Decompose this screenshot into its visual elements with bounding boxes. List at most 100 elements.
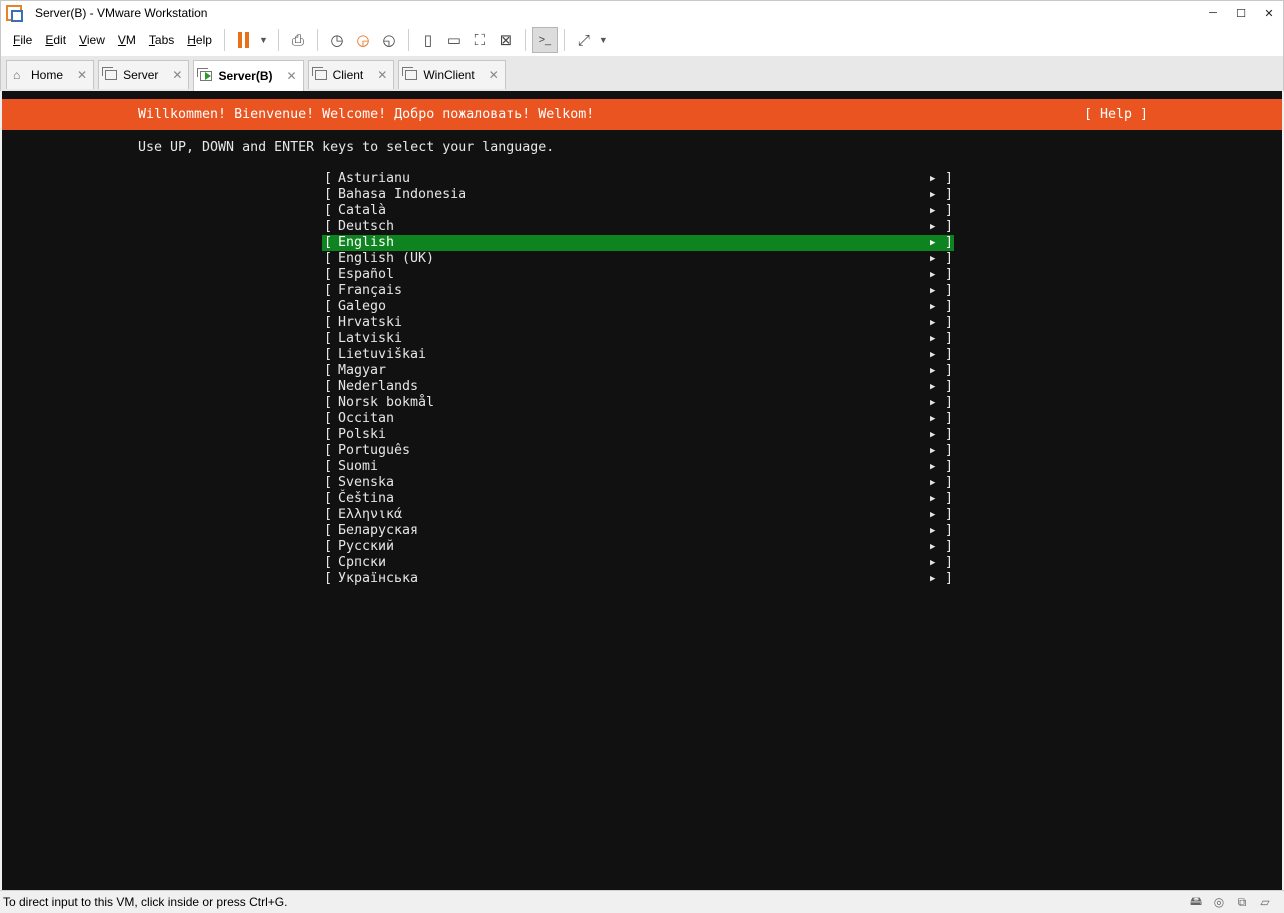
help-button[interactable]: [ Help ] [1084, 107, 1148, 122]
language-option[interactable]: [Suomi ▶] [322, 459, 954, 475]
tab-strip: ⌂ Home ✕ Server ✕ Server(B) ✕ Client ✕ W… [0, 56, 1284, 91]
tab-server[interactable]: Server ✕ [98, 60, 190, 89]
language-option[interactable]: [Русский ▶] [322, 539, 954, 555]
language-option[interactable]: [Deutsch ▶] [322, 219, 954, 235]
submenu-arrow-icon: ▶ [930, 222, 936, 232]
language-option[interactable]: [Bahasa Indonesia ▶] [322, 187, 954, 203]
left-bracket: [ [324, 347, 333, 362]
language-option[interactable]: [Català ▶] [322, 203, 954, 219]
close-tab-icon[interactable]: ✕ [172, 68, 182, 82]
language-option[interactable]: [Português ▶] [322, 443, 954, 459]
language-option[interactable]: [English ▶] [322, 235, 954, 251]
language-option[interactable]: [Nederlands ▶] [322, 379, 954, 395]
vm-icon [102, 67, 119, 81]
left-bracket: [ [324, 203, 333, 218]
toolbar-separator [316, 29, 318, 51]
right-bracket: ] [945, 283, 954, 298]
language-name: Español [338, 267, 395, 282]
language-option[interactable]: [Српски ▶] [322, 555, 954, 571]
status-text: To direct input to this VM, click inside… [3, 895, 288, 909]
language-list: [Asturianu ▶] [Bahasa Indonesia ▶] [Català ▶]… [322, 171, 954, 587]
tab-label: Home [31, 68, 64, 82]
language-option[interactable]: [Polski ▶] [322, 427, 954, 443]
language-option[interactable]: [Latviski ▶] [322, 331, 954, 347]
language-option[interactable]: [Čeština ▶] [322, 491, 954, 507]
close-tab-icon[interactable]: ✕ [489, 68, 499, 82]
tab-client[interactable]: Client ✕ [307, 60, 395, 89]
submenu-arrow-icon: ▶ [930, 286, 936, 296]
snapshot-manager-button[interactable]: ◵ [376, 27, 402, 53]
language-option[interactable]: [English (UK) ▶] [322, 251, 954, 267]
language-option[interactable]: [Magyar ▶] [322, 363, 954, 379]
left-bracket: [ [324, 299, 333, 314]
language-option[interactable]: [Hrvatski ▶] [322, 315, 954, 331]
language-option[interactable]: [Беларуская ▶] [322, 523, 954, 539]
left-bracket: [ [324, 459, 333, 474]
language-option[interactable]: [Lietuviškai ▶] [322, 347, 954, 363]
message-log-icon[interactable]: ▱ [1256, 894, 1274, 910]
right-bracket: ] [945, 571, 954, 586]
unity-button[interactable]: ⊠ [493, 27, 519, 53]
language-option[interactable]: [Occitan ▶] [322, 411, 954, 427]
menu-vm[interactable]: VM [112, 33, 142, 47]
right-bracket: ] [945, 363, 954, 378]
maximize-button[interactable]: ☐ [1227, 1, 1255, 25]
welcome-text: Willkommen! Bienvenue! Welcome! Добро по… [138, 107, 595, 122]
close-tab-icon[interactable]: ✕ [77, 68, 87, 82]
menu-file[interactable]: File [7, 33, 38, 47]
right-bracket: ] [945, 299, 954, 314]
cd-drive-icon[interactable]: ◎ [1210, 894, 1228, 910]
right-bracket: ] [945, 267, 954, 282]
tab-server-b[interactable]: Server(B) ✕ [193, 60, 304, 91]
left-bracket: [ [324, 427, 333, 442]
send-ctrl-alt-del-button[interactable]: ⎙ [285, 27, 311, 53]
submenu-arrow-icon: ▶ [930, 270, 936, 280]
home-icon: ⌂ [13, 68, 21, 82]
left-bracket: [ [324, 219, 333, 234]
right-bracket: ] [945, 187, 954, 202]
language-option[interactable]: [Svenska ▶] [322, 475, 954, 491]
language-option[interactable]: [Ελληνικά ▶] [322, 507, 954, 523]
toolbar-separator [524, 29, 526, 51]
language-option[interactable]: [Asturianu ▶] [322, 171, 954, 187]
language-name: Lietuviškai [338, 347, 427, 362]
tab-home[interactable]: ⌂ Home ✕ [6, 60, 95, 89]
close-button[interactable]: ✕ [1255, 1, 1283, 25]
submenu-arrow-icon: ▶ [930, 542, 936, 552]
menu-help[interactable]: Help [181, 33, 218, 47]
language-option[interactable]: [Українська ▶] [322, 571, 954, 587]
revert-snapshot-button[interactable]: ◶ [350, 27, 376, 53]
thumbnail-bar-button[interactable]: ▭ [441, 27, 467, 53]
close-tab-icon[interactable]: ✕ [287, 69, 297, 83]
vmware-logo-icon [6, 4, 23, 22]
console-view-button[interactable]: >_ [531, 27, 558, 53]
tab-winclient[interactable]: WinClient ✕ [398, 60, 506, 89]
language-option[interactable]: [Français ▶] [322, 283, 954, 299]
full-screen-button[interactable]: ⛶ [467, 27, 493, 53]
stretch-guest-button[interactable]: ⤢ [571, 27, 597, 53]
vm-console[interactable]: Willkommen! Bienvenue! Welcome! Добро по… [2, 91, 1282, 890]
language-name: Français [338, 283, 403, 298]
menu-edit[interactable]: Edit [39, 33, 72, 47]
left-bracket: [ [324, 443, 333, 458]
language-option[interactable]: [Español ▶] [322, 267, 954, 283]
installer-banner: Willkommen! Bienvenue! Welcome! Добро по… [2, 99, 1282, 130]
menu-tabs[interactable]: Tabs [143, 33, 180, 47]
menu-view[interactable]: View [73, 33, 111, 47]
language-name: Hrvatski [338, 315, 403, 330]
show-library-button[interactable]: ▯ [415, 27, 441, 53]
right-bracket: ] [945, 539, 954, 554]
right-bracket: ] [945, 171, 954, 186]
close-tab-icon[interactable]: ✕ [377, 68, 387, 82]
pause-button[interactable] [231, 27, 257, 53]
take-snapshot-button[interactable]: ◷ [324, 27, 350, 53]
left-bracket: [ [324, 379, 333, 394]
minimize-button[interactable]: ─ [1199, 1, 1227, 25]
network-adapter-icon[interactable]: ⧉ [1233, 894, 1251, 910]
stretch-dropdown-icon[interactable]: ▼ [599, 35, 608, 45]
power-dropdown-icon[interactable]: ▼ [259, 35, 268, 45]
language-name: Nederlands [338, 379, 419, 394]
language-option[interactable]: [Norsk bokmål ▶] [322, 395, 954, 411]
language-option[interactable]: [Galego ▶] [322, 299, 954, 315]
hard-disk-icon[interactable]: 🖴 [1187, 894, 1205, 910]
